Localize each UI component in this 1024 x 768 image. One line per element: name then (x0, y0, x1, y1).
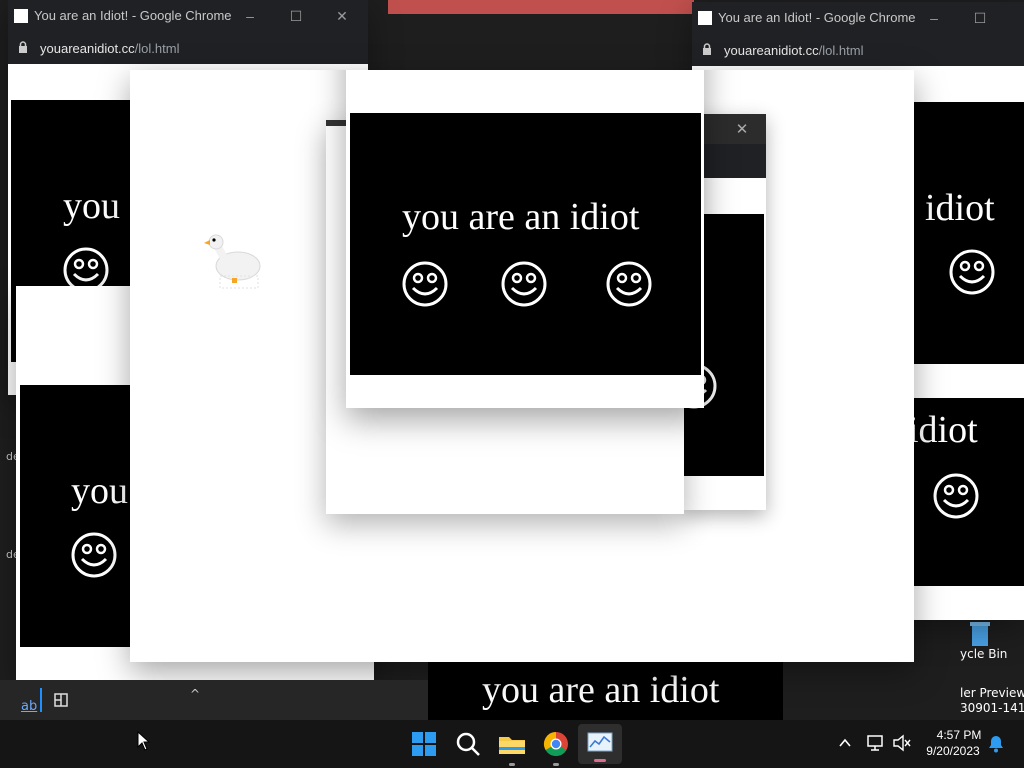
smiley-icon (71, 532, 117, 578)
smiley-icon (949, 249, 995, 295)
lock-icon (703, 43, 711, 55)
maximize-button[interactable]: ☐ (968, 6, 992, 30)
notification-bell-icon[interactable] (986, 734, 1006, 754)
goose-icon[interactable] (202, 230, 264, 290)
start-icon[interactable] (408, 728, 440, 760)
clock-time[interactable]: 4:57 PM (924, 728, 994, 742)
idiot-banner: idiot (912, 102, 1024, 364)
taskbar: 4:57 PM 9/20/2023 (0, 720, 1024, 768)
volume-muted-icon[interactable] (892, 734, 912, 752)
task-manager-button[interactable] (578, 724, 622, 764)
address-bar[interactable]: youareanidiot.cc/lol.html (692, 34, 1024, 66)
idiot-banner: you are an idiot (350, 113, 701, 375)
smiley-icon (402, 261, 448, 307)
banner-text: idiot (914, 409, 978, 451)
insider-preview-line1: ler Preview (960, 686, 1024, 700)
title-bar-edge (326, 120, 348, 126)
window-title: You are an Idiot! - Google Chrome (34, 8, 232, 23)
running-indicator (509, 763, 515, 766)
window-title: You are an Idiot! - Google Chrome (718, 10, 916, 25)
red-window-fragment (388, 0, 694, 14)
running-indicator (553, 763, 559, 766)
popup-window-front[interactable]: you are an idiot (346, 70, 704, 408)
banner-text: you (63, 185, 120, 227)
chevron-up-icon[interactable] (838, 736, 852, 750)
favicon-icon (698, 11, 712, 25)
close-button[interactable]: ✕ (730, 118, 754, 140)
banner-text: you are an idiot (482, 669, 720, 711)
search-icon[interactable] (452, 728, 484, 760)
chrome-icon[interactable] (540, 728, 572, 760)
mouse-cursor-icon (137, 731, 151, 751)
banner-text: you are an idiot (402, 196, 640, 238)
banner-text: you (71, 470, 128, 512)
title-bar[interactable]: You are an Idiot! - Google Chrome – ☐ (692, 2, 1024, 34)
url-text[interactable]: youareanidiot.cc/lol.html (724, 43, 863, 58)
partial-link[interactable]: ab (21, 699, 37, 714)
maximize-button[interactable]: ☐ (284, 4, 308, 28)
network-icon[interactable] (866, 734, 886, 752)
minimize-button[interactable]: – (922, 6, 946, 30)
favicon-icon (14, 9, 28, 23)
recycle-bin-label: ycle Bin (960, 647, 1008, 661)
url-text[interactable]: youareanidiot.cc/lol.html (40, 41, 179, 56)
active-indicator (594, 759, 606, 762)
address-bar[interactable]: youareanidiot.cc/lol.html (8, 32, 368, 64)
title-bar[interactable]: You are an Idiot! - Google Chrome – ☐ ✕ (8, 0, 368, 32)
insider-preview-line2: 30901-1416 (960, 701, 1024, 715)
idiot-banner-bottom: you are an idiot (428, 662, 783, 720)
banner-text: idiot (925, 187, 995, 229)
clock-date[interactable]: 9/20/2023 (918, 744, 988, 758)
smiley-icon (933, 473, 979, 519)
task-manager-icon (587, 732, 613, 752)
recycle-bin-icon[interactable] (964, 620, 996, 648)
popup-window-large[interactable]: ✕ t you are an idiot (130, 70, 914, 662)
close-button[interactable]: ✕ (330, 4, 354, 28)
smiley-icon (501, 261, 547, 307)
minimize-button[interactable]: – (238, 4, 262, 28)
smiley-icon (606, 261, 652, 307)
file-explorer-icon[interactable] (496, 728, 528, 760)
chevron-up-icon[interactable]: ^ (190, 688, 204, 700)
snap-layout-icon[interactable] (40, 688, 72, 712)
lock-icon (19, 41, 27, 53)
idiot-banner: idiot (914, 398, 1024, 586)
